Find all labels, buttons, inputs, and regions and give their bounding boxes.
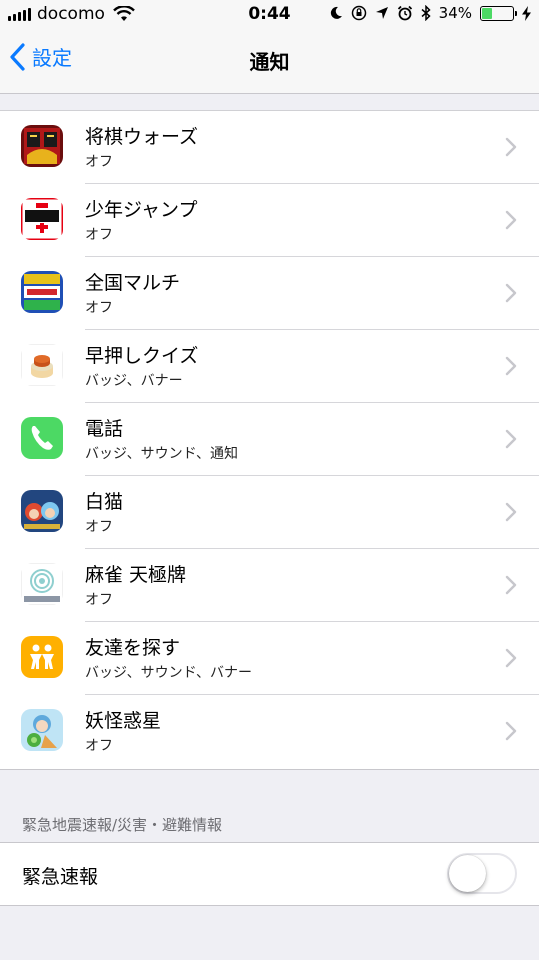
notification-summary: オフ — [85, 227, 113, 243]
app-name: 少年ジャンプ — [85, 199, 198, 221]
notification-summary: オフ — [85, 738, 113, 754]
zenkoku-multi-app-icon — [21, 271, 63, 313]
emergency-alert-label: 緊急速報 — [22, 866, 99, 888]
status-bar: docomo 0:44 34% — [0, 0, 539, 30]
notification-summary: バッジ、サウンド、通知 — [85, 446, 239, 462]
app-row[interactable]: 電話バッジ、サウンド、通知 — [0, 403, 539, 476]
mahjong-tenkyokuhai-app-icon — [21, 563, 63, 605]
toggle-knob — [449, 855, 486, 892]
app-name: 麻雀 天極牌 — [85, 564, 187, 586]
shogi-wars-app-icon — [21, 125, 63, 167]
app-row[interactable]: 妖怪惑星 オフ — [0, 695, 539, 769]
chevron-right-icon — [505, 648, 517, 668]
app-name: 白猫 — [85, 491, 124, 513]
app-name: 将棋ウォーズ — [85, 126, 199, 148]
app-row[interactable]: 将棋ウォーズ オフ — [0, 111, 539, 184]
chevron-right-icon — [505, 356, 517, 376]
shonen-jump-app-icon — [21, 198, 63, 240]
emergency-alert-toggle[interactable] — [447, 853, 517, 894]
app-name: 全国マルチ — [85, 272, 181, 294]
chevron-right-icon — [505, 429, 517, 449]
chevron-right-icon — [505, 137, 517, 157]
navigation-bar: 設定 通知 — [0, 30, 539, 94]
app-row[interactable]: 早押しクイズバッジ、バナー — [0, 330, 539, 403]
app-notification-list: 将棋ウォーズ オフ 少年ジャンプ オフ 全国マルチ オフ 早押しクイズ バッジ、バナー 電話 バッ… — [0, 110, 539, 770]
hayaoshi-quiz-app-icon — [21, 344, 63, 386]
app-name: 早押しクイズ — [85, 345, 199, 367]
page-title: 通知 — [249, 50, 290, 74]
status-right: 34% — [329, 4, 531, 22]
notification-summary: バッジ、サウンド、バナー — [85, 665, 253, 681]
battery-level-fill — [482, 7, 492, 19]
app-row[interactable]: 麻雀 天極牌 オフ — [0, 549, 539, 622]
app-row[interactable]: 少年ジャンプ オフ — [0, 184, 539, 257]
battery-percent: 34% — [438, 4, 472, 22]
phone-app-icon — [21, 417, 63, 459]
notification-summary: オフ — [85, 592, 113, 608]
notification-summary: バッジ、バナー — [85, 373, 183, 389]
battery-icon — [480, 5, 517, 21]
bluetooth-icon — [421, 5, 431, 21]
alarm-icon — [397, 5, 412, 21]
chevron-right-icon — [505, 283, 517, 303]
chevron-right-icon — [505, 502, 517, 522]
notification-summary: オフ — [85, 300, 113, 316]
app-name: 電話 — [85, 418, 124, 440]
charging-icon — [522, 5, 531, 21]
app-name: 妖怪惑星 — [85, 710, 162, 732]
shironeko-app-icon — [21, 490, 63, 532]
app-row[interactable]: 全国マルチ オフ — [0, 257, 539, 330]
chevron-right-icon — [505, 721, 517, 741]
app-name: 友達を探す — [85, 637, 181, 659]
chevron-right-icon — [505, 210, 517, 230]
notification-summary: オフ — [85, 519, 113, 535]
rotation-lock-icon — [351, 5, 366, 21]
section-header-emergency: 緊急地震速報/災害・避難情報 — [22, 816, 223, 834]
moon-icon — [330, 6, 342, 19]
emergency-alert-row: 緊急速報 — [0, 842, 539, 906]
app-row[interactable]: 友達を探すバッジ、サウンド、バナー — [0, 622, 539, 695]
find-friends-app-icon — [21, 636, 63, 678]
youkai-wakusei-app-icon — [21, 709, 63, 751]
chevron-right-icon — [505, 575, 517, 595]
notification-summary: オフ — [85, 154, 113, 170]
app-row[interactable]: 白猫 オフ — [0, 476, 539, 549]
location-icon — [375, 7, 388, 19]
